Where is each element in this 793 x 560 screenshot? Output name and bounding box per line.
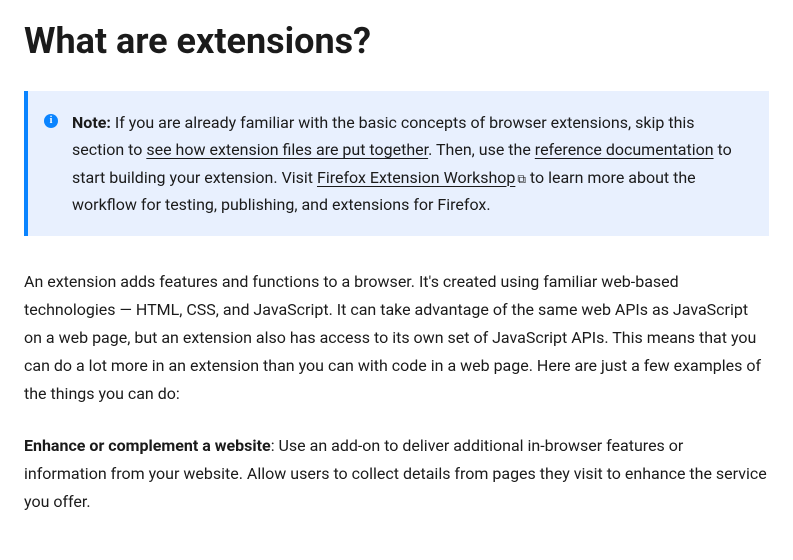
link-reference-docs[interactable]: reference documentation (535, 140, 714, 159)
enhance-paragraph: Enhance or complement a website: Use an … (24, 432, 769, 516)
external-link-icon: ⧉ (517, 169, 526, 189)
info-icon: i (44, 114, 58, 128)
intro-paragraph: An extension adds features and functions… (24, 268, 769, 408)
link-firefox-workshop-text: Firefox Extension Workshop (317, 168, 515, 187)
note-label: Note: (72, 113, 111, 132)
page-title: What are extensions? (24, 20, 769, 63)
link-extension-files[interactable]: see how extension files are put together (146, 140, 428, 159)
note-box: i Note: If you are already familiar with… (24, 91, 769, 236)
note-content: Note: If you are already familiar with t… (72, 109, 749, 218)
link-firefox-workshop[interactable]: Firefox Extension Workshop⧉ (317, 168, 526, 187)
enhance-bold: Enhance or complement a website (24, 436, 271, 455)
note-text-2: . Then, use the (428, 140, 535, 159)
